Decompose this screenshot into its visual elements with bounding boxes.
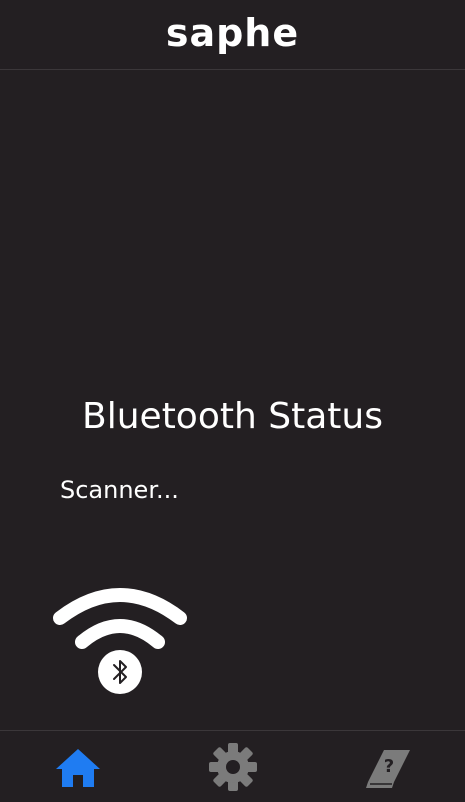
app-screen: saphe Bluetooth Status Scanner... ?	[0, 0, 465, 802]
nav-home[interactable]	[0, 731, 155, 802]
bottom-navigation: ?	[0, 730, 465, 802]
bluetooth-status-text: Scanner...	[60, 476, 179, 504]
bluetooth-scanning-icon	[53, 588, 187, 694]
wifi-wave-inner	[75, 619, 165, 649]
header-bar: saphe	[0, 0, 465, 70]
home-icon	[55, 749, 100, 787]
gear-icon	[208, 743, 257, 791]
page-title: Bluetooth Status	[82, 396, 383, 437]
app-logo: saphe	[165, 10, 300, 55]
nav-help[interactable]: ?	[310, 731, 465, 802]
help-book-icon: ?	[365, 750, 410, 788]
nav-settings[interactable]	[155, 731, 310, 802]
wifi-wave-outer	[53, 588, 187, 625]
svg-text:?: ?	[383, 756, 393, 777]
